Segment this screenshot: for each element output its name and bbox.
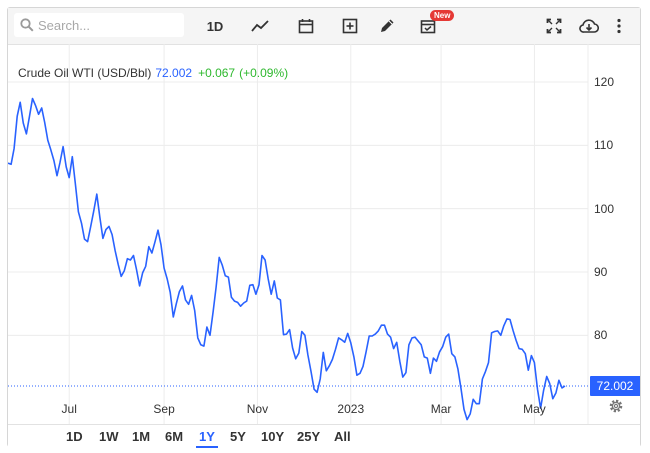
x-tick-label: Mar	[430, 402, 452, 416]
last-price-tag: 72.002	[590, 375, 640, 396]
range-1y-button[interactable]: 1Y	[196, 428, 218, 448]
chart-area[interactable]: Crude Oil WTI (USD/Bbl) 72.002 +0.067 (+0.0…	[8, 44, 640, 424]
chart-widget: 1D	[7, 7, 641, 448]
price-series-line	[8, 97, 566, 421]
range-1d-button[interactable]: 1D	[63, 428, 86, 446]
range-5y-button[interactable]: 5Y	[227, 428, 249, 446]
legend-change-pct: (+0.09%)	[239, 66, 289, 80]
chart-legend: Crude Oil WTI (USD/Bbl) 72.002 +0.067 (+0.0…	[18, 66, 288, 80]
range-1m-button[interactable]: 1M	[129, 428, 153, 446]
legend-price: 72.002	[155, 66, 193, 80]
search-box[interactable]	[14, 13, 184, 37]
x-tick-label: Jul	[61, 402, 77, 416]
legend-change: +0.067	[198, 66, 236, 80]
fullscreen-button[interactable]	[544, 14, 564, 38]
interval-button[interactable]: 1D	[201, 14, 229, 38]
x-tick-label: May	[523, 402, 546, 416]
line-chart-icon	[251, 20, 269, 32]
range-10y-button[interactable]: 10Y	[258, 428, 287, 446]
y-tick-label: 80	[594, 328, 608, 343]
more-options-button[interactable]	[612, 14, 626, 38]
range-25y-button[interactable]: 25Y	[294, 428, 323, 446]
search-input[interactable]	[38, 16, 178, 34]
more-vertical-icon	[617, 18, 621, 34]
price-chart[interactable]	[8, 44, 640, 424]
y-tick-label: 110	[594, 138, 614, 153]
x-tick-label: 2023	[337, 402, 365, 416]
x-tick-label: Nov	[246, 402, 269, 416]
search-icon	[20, 18, 34, 32]
x-tick-label: Sep	[153, 402, 175, 416]
y-tick-label: 120	[594, 75, 615, 89]
instrument-name: Crude Oil WTI (USD/Bbl)	[18, 66, 152, 80]
draw-button[interactable]	[377, 14, 397, 38]
download-button[interactable]	[578, 14, 600, 38]
y-tick-label: 90	[594, 265, 608, 279]
range-6m-button[interactable]: 6M	[162, 428, 186, 446]
gear-icon[interactable]	[608, 398, 624, 414]
cloud-download-icon	[579, 19, 599, 33]
range-all-button[interactable]: All	[331, 428, 354, 446]
chart-type-button[interactable]	[249, 14, 271, 38]
events-button[interactable]: New	[418, 10, 455, 38]
range-1w-button[interactable]: 1W	[96, 428, 122, 446]
fullscreen-icon	[546, 18, 562, 34]
pencil-icon	[381, 19, 394, 32]
range-selector: 1D 1W 1M 6M 1Y 5Y 10Y 25Y All	[8, 424, 640, 448]
add-box-icon	[342, 18, 358, 34]
calendar-icon	[298, 19, 314, 34]
new-badge: New	[430, 10, 455, 21]
date-range-button[interactable]	[296, 14, 316, 38]
chart-toolbar: 1D	[8, 8, 640, 45]
y-tick-label: 100	[594, 201, 615, 216]
add-indicator-button[interactable]	[340, 14, 360, 38]
